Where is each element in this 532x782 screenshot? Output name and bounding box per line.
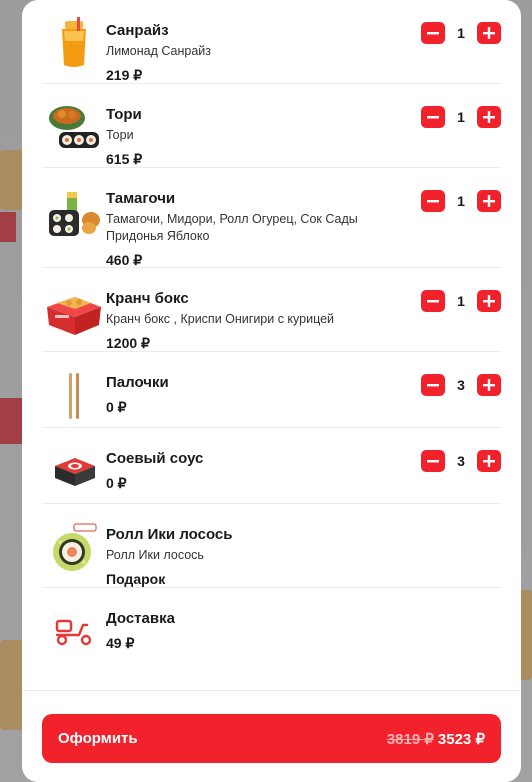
- checkout-label: Оформить: [58, 730, 138, 747]
- quantity-stepper: 1: [421, 106, 501, 128]
- plus-icon: [483, 111, 495, 123]
- quantity-stepper: 3: [421, 450, 501, 472]
- increase-button[interactable]: [477, 374, 501, 396]
- cart-modal: Санрайз Лимонад Санрайз 219 ₽ 1 Тори Тор…: [22, 0, 521, 782]
- chicken-rolls-set-image: [42, 96, 106, 160]
- delivery-scooter-icon: [42, 600, 106, 664]
- decrease-button[interactable]: [421, 374, 445, 396]
- gift-label: Подарок: [106, 571, 166, 587]
- increase-button[interactable]: [477, 290, 501, 312]
- chopsticks-image: [42, 364, 106, 428]
- increase-button[interactable]: [477, 22, 501, 44]
- increase-button[interactable]: [477, 450, 501, 472]
- minus-icon: [427, 460, 439, 463]
- plus-icon: [483, 379, 495, 391]
- cart-item: Ролл Ики лосось Ролл Ики лосось Подарок: [42, 504, 501, 588]
- item-name: Доставка: [106, 610, 175, 627]
- item-price: 219 ₽: [106, 67, 143, 83]
- cart-item: Тамагочи Тамагочи, Мидори, Ролл Огурец, …: [42, 168, 501, 268]
- quantity-value: 1: [457, 293, 465, 309]
- crunch-box-image: [42, 280, 106, 344]
- decrease-button[interactable]: [421, 106, 445, 128]
- cart-item-list: Санрайз Лимонад Санрайз 219 ₽ 1 Тори Тор…: [22, 0, 521, 690]
- cart-footer: Оформить 3819 ₽ 3523 ₽: [22, 690, 521, 782]
- item-price: 615 ₽: [106, 151, 143, 167]
- quantity-value: 3: [457, 453, 465, 469]
- total-price: 3523 ₽: [437, 730, 485, 748]
- cart-item: Палочки 0 ₽ 3: [42, 352, 501, 428]
- item-description: Кранч бокс , Криспи Онигири с курицей: [106, 312, 335, 326]
- cart-item: Тори Тори 615 ₽ 1: [42, 84, 501, 168]
- decrease-button[interactable]: [421, 290, 445, 312]
- minus-icon: [427, 32, 439, 35]
- decrease-button[interactable]: [421, 22, 445, 44]
- plus-icon: [483, 27, 495, 39]
- item-name: Ролл Ики лосось: [106, 526, 233, 543]
- plus-icon: [483, 195, 495, 207]
- minus-icon: [427, 300, 439, 303]
- checkout-button[interactable]: Оформить 3819 ₽ 3523 ₽: [42, 714, 501, 763]
- cart-item: Санрайз Лимонад Санрайз 219 ₽ 1: [42, 0, 501, 84]
- increase-button[interactable]: [477, 190, 501, 212]
- item-price: 49 ₽: [106, 635, 135, 651]
- quantity-stepper: 3: [421, 374, 501, 396]
- item-description: Тамагочи, Мидори, Ролл Огурец, Сок Сады …: [106, 212, 358, 243]
- cart-item: Кранч бокс Кранч бокс , Криспи Онигири с…: [42, 268, 501, 352]
- decrease-button[interactable]: [421, 450, 445, 472]
- lemonade-drink-image: [42, 12, 106, 76]
- item-price: 1200 ₽: [106, 335, 150, 351]
- item-description: Лимонад Санрайз: [106, 44, 211, 58]
- item-price: 460 ₽: [106, 252, 143, 268]
- minus-icon: [427, 200, 439, 203]
- decrease-button[interactable]: [421, 190, 445, 212]
- minus-icon: [427, 384, 439, 387]
- quantity-value: 1: [457, 193, 465, 209]
- item-price: 0 ₽: [106, 399, 127, 415]
- plus-icon: [483, 295, 495, 307]
- checkout-total: 3819 ₽ 3523 ₽: [387, 730, 485, 748]
- increase-button[interactable]: [477, 106, 501, 128]
- quantity-value: 1: [457, 25, 465, 41]
- cart-item: Соевый соус 0 ₽ 3: [42, 428, 501, 504]
- salmon-roll-image: [42, 516, 106, 580]
- old-price: 3819 ₽: [386, 730, 434, 748]
- minus-icon: [427, 116, 439, 119]
- item-description: Тори: [106, 128, 134, 142]
- quantity-value: 1: [457, 109, 465, 125]
- item-description: Ролл Ики лосось: [106, 548, 204, 562]
- quantity-stepper: 1: [421, 290, 501, 312]
- quantity-value: 3: [457, 377, 465, 393]
- item-price: 0 ₽: [106, 475, 127, 491]
- quantity-stepper: 1: [421, 190, 501, 212]
- plus-icon: [483, 455, 495, 467]
- kids-set-image: [42, 184, 106, 248]
- soy-sauce-image: [42, 440, 106, 504]
- quantity-stepper: 1: [421, 22, 501, 44]
- cart-item: Доставка 49 ₽: [42, 588, 501, 662]
